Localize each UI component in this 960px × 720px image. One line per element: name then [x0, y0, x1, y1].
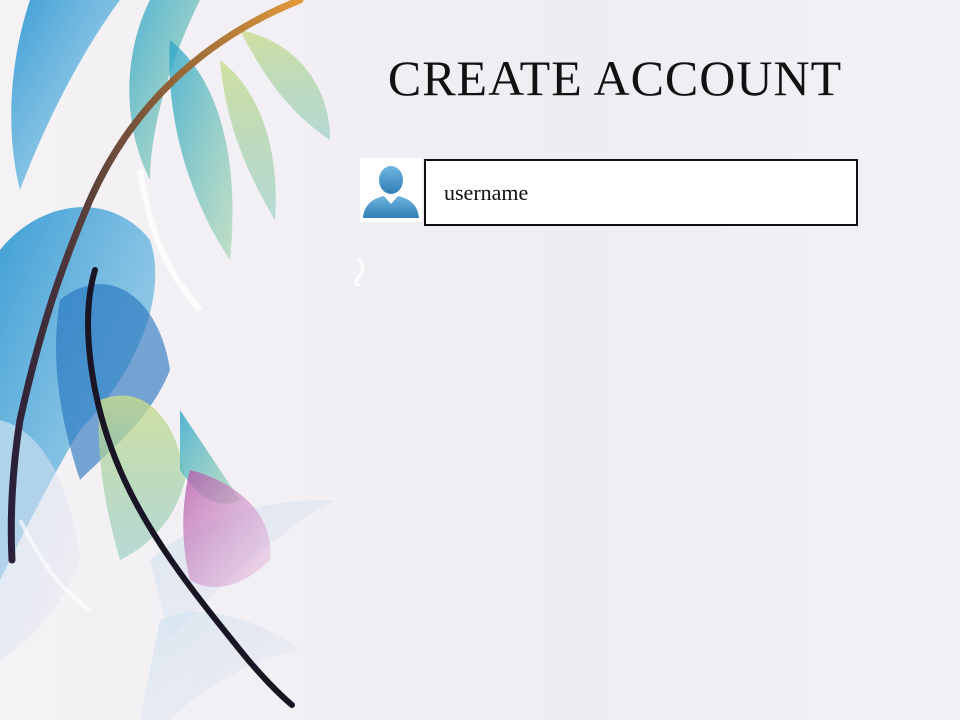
- page-title: CREATE ACCOUNT: [387, 50, 843, 106]
- user-icon: [363, 166, 419, 218]
- username-input[interactable]: [424, 159, 858, 226]
- username-field-icon-tile: [360, 158, 422, 222]
- create-account-page: CREATE ACCOUNT: [0, 0, 960, 720]
- faint-decorative-mark: [354, 258, 364, 286]
- feather-background-image: [0, 0, 335, 720]
